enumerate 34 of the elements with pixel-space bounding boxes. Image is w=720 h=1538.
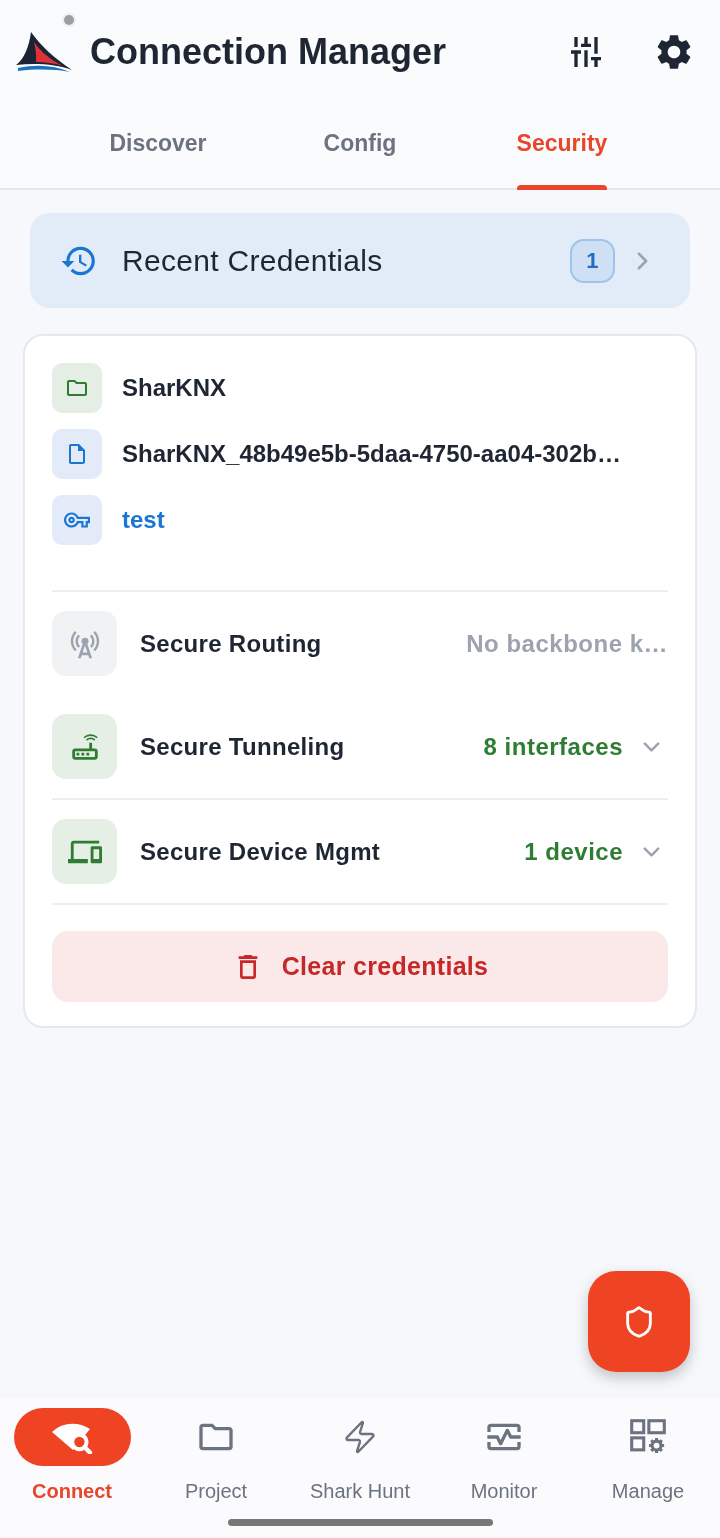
chevron-right-icon <box>637 251 648 270</box>
app-title: Connection Manager <box>90 30 447 74</box>
folder-icon <box>52 363 102 413</box>
section-label: Secure Tunneling <box>140 731 345 762</box>
router-icon <box>52 714 117 779</box>
nav-tab[interactable]: Manage <box>576 1408 720 1506</box>
nav-tab[interactable]: Shark Hunt <box>288 1408 432 1506</box>
section-status: 1 device <box>524 836 623 867</box>
nav-tab[interactable]: Monitor <box>432 1408 576 1506</box>
section-label: Secure Routing <box>140 628 322 659</box>
chevron-down-icon[interactable] <box>643 846 660 857</box>
section-status: No backbone k… <box>466 628 668 659</box>
grid-gear-icon <box>630 1419 666 1455</box>
recent-credentials-button[interactable]: Recent Credentials 1 <box>30 213 690 308</box>
tab[interactable]: Discover <box>57 104 259 188</box>
tab[interactable]: Security <box>461 104 663 188</box>
clear-credentials-button[interactable]: Clear credentials <box>52 931 668 1002</box>
shark-fin-logo-icon <box>14 31 74 73</box>
file-icon <box>52 429 102 479</box>
tab[interactable]: Config <box>259 104 461 188</box>
chevron-down-icon[interactable] <box>643 741 660 752</box>
nav-tab[interactable]: Connect <box>0 1408 144 1506</box>
security-fab-button[interactable] <box>588 1271 690 1372</box>
key-icon <box>52 495 102 545</box>
file-name: SharKNX_48b49e5b-5daa-4750-aa04-302b… <box>122 439 621 469</box>
section-status: 8 interfaces <box>483 731 623 762</box>
antenna-tower-icon <box>52 611 117 676</box>
section-label: Secure Device Mgmt <box>140 836 381 867</box>
lightning-icon <box>342 1419 378 1455</box>
devices-icon <box>52 819 117 884</box>
project-name: SharKNX <box>122 373 227 403</box>
count-badge: 1 <box>570 238 615 283</box>
password-value: test <box>122 505 165 535</box>
nav-tab[interactable]: Project <box>144 1408 288 1506</box>
